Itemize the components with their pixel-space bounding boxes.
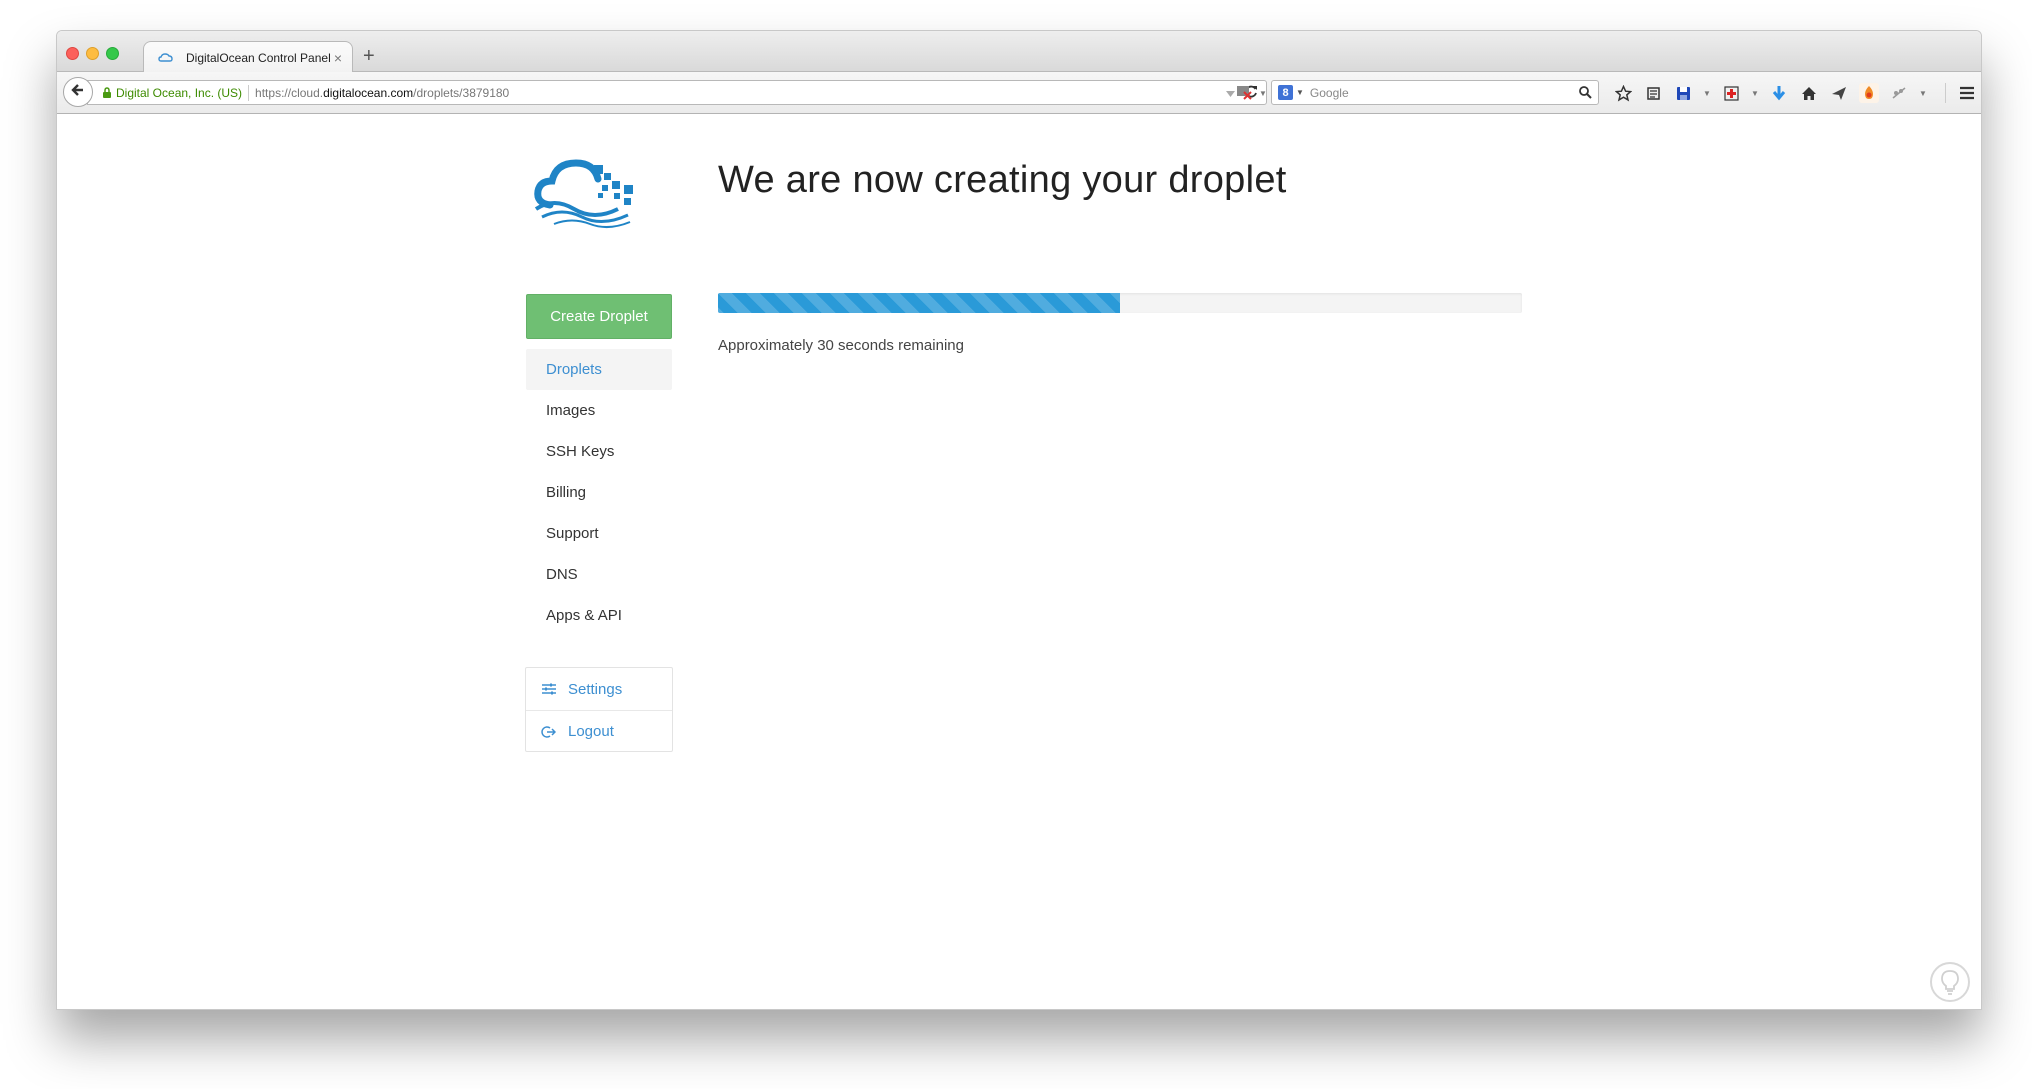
- search-engine-dropdown-icon[interactable]: ▼: [1296, 88, 1304, 97]
- url-host: https://cloud.: [255, 85, 324, 100]
- extension-icon[interactable]: [1889, 83, 1909, 103]
- user-menu: Settings Logout: [525, 667, 673, 752]
- sidebar-item-dns[interactable]: DNS: [526, 554, 672, 595]
- tab-strip: DigitalOcean Control Panel × +: [57, 31, 1981, 73]
- addon-plus-icon[interactable]: [1721, 83, 1741, 103]
- history-dropdown-icon[interactable]: [1226, 86, 1235, 100]
- browser-tab[interactable]: DigitalOcean Control Panel ×: [143, 41, 353, 73]
- search-engine-icon[interactable]: 8: [1278, 85, 1293, 100]
- url-bar[interactable]: Digital Ocean, Inc. (US) https://cloud. d…: [87, 80, 1267, 105]
- sidebar-item-ssh-keys[interactable]: SSH Keys: [526, 431, 672, 472]
- page-title: We are now creating your droplet: [718, 159, 1287, 201]
- window-zoom-button[interactable]: [106, 47, 119, 60]
- search-bar[interactable]: 8 ▼ Google: [1271, 80, 1599, 105]
- menu-icon[interactable]: [1945, 83, 1977, 103]
- download-icon[interactable]: [1769, 83, 1789, 103]
- progress-bar-fill: [718, 293, 1120, 313]
- save-dropdown-icon[interactable]: ▼: [1703, 89, 1711, 98]
- search-input[interactable]: Google: [1310, 86, 1579, 100]
- sidebar-item-support[interactable]: Support: [526, 513, 672, 554]
- save-icon[interactable]: [1673, 83, 1693, 103]
- reading-list-icon[interactable]: [1643, 83, 1663, 103]
- sidebar-item-billing[interactable]: Billing: [526, 472, 672, 513]
- back-button[interactable]: [63, 77, 93, 107]
- tab-title: DigitalOcean Control Panel: [186, 50, 331, 65]
- cloud-favicon-icon: [158, 50, 174, 66]
- toolbar-icons: ▼ ▼ ▼: [1613, 83, 1977, 103]
- create-droplet-button[interactable]: Create Droplet: [526, 294, 672, 339]
- tab-close-icon[interactable]: ×: [334, 50, 342, 66]
- firebug-icon[interactable]: [1859, 83, 1879, 103]
- window-minimize-button[interactable]: [86, 47, 99, 60]
- progress-status-text: Approximately 30 seconds remaining: [718, 337, 964, 354]
- url-divider: [248, 84, 250, 101]
- pocket-icon[interactable]: [1235, 84, 1253, 103]
- page-content: Create Droplet Droplets Images SSH Keys …: [57, 115, 1981, 1009]
- lightbulb-icon[interactable]: [1930, 962, 1970, 1002]
- home-icon[interactable]: [1799, 83, 1819, 103]
- url-path: /droplets/3879180: [413, 85, 510, 100]
- sidebar-nav: Droplets Images SSH Keys Billing Support…: [526, 349, 672, 636]
- url-domain: digitalocean.com: [323, 85, 414, 100]
- settings-link[interactable]: Settings: [526, 668, 672, 710]
- bookmark-star-icon[interactable]: [1613, 83, 1633, 103]
- site-identity[interactable]: Digital Ocean, Inc. (US): [116, 86, 242, 100]
- send-icon[interactable]: [1829, 83, 1849, 103]
- addon-dropdown-icon[interactable]: ▼: [1751, 89, 1759, 98]
- settings-label: Settings: [568, 680, 623, 698]
- window-close-button[interactable]: [66, 47, 79, 60]
- logout-label: Logout: [568, 723, 614, 740]
- sidebar-item-images[interactable]: Images: [526, 390, 672, 431]
- sidebar-item-apps-api[interactable]: Apps & API: [526, 595, 672, 636]
- extension-dropdown-icon[interactable]: ▼: [1919, 89, 1927, 98]
- pocket-dropdown-icon[interactable]: ▼: [1259, 89, 1267, 98]
- sidebar-item-droplets[interactable]: Droplets: [526, 349, 672, 390]
- browser-window: DigitalOcean Control Panel × + Digital O…: [56, 30, 1982, 1010]
- logout-icon: [541, 725, 557, 739]
- digitalocean-logo[interactable]: [532, 153, 642, 233]
- progress-bar: [718, 293, 1522, 313]
- back-arrow-icon: [71, 83, 85, 102]
- settings-sliders-icon: [541, 683, 557, 695]
- navigation-bar: Digital Ocean, Inc. (US) https://cloud. d…: [57, 72, 1981, 114]
- new-tab-button[interactable]: +: [363, 45, 375, 68]
- search-icon[interactable]: [1579, 86, 1592, 99]
- logout-link[interactable]: Logout: [526, 710, 672, 752]
- lock-icon: [102, 86, 112, 99]
